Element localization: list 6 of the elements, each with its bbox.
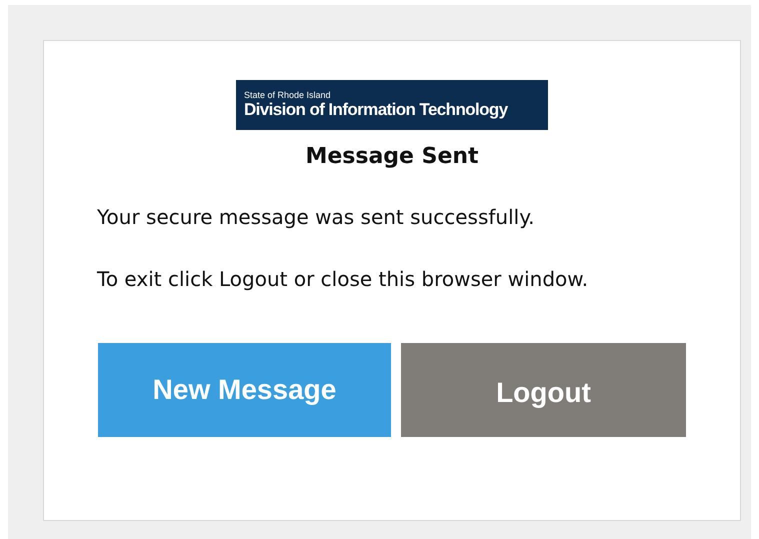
page-title: Message Sent xyxy=(305,144,479,169)
message-text: Your secure message was sent successfully. xyxy=(97,205,535,229)
message-text: To exit click Logout or close this browser window. xyxy=(97,267,588,291)
new-message-button[interactable]: New Message xyxy=(98,343,391,437)
logo: State of Rhode Island Division of Information Technology xyxy=(236,80,548,130)
logout-button[interactable]: Logout xyxy=(401,343,686,437)
